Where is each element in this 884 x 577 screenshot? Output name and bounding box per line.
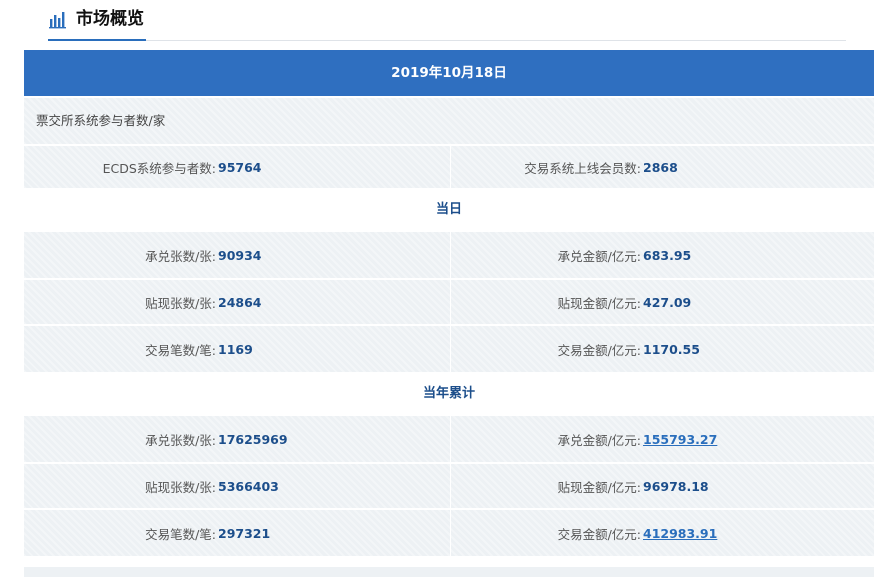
today-acceptance-amount-cell: 承兑金额/亿元: 683.95: [451, 232, 874, 278]
today-acceptance-count-label: 承兑张数/张:: [145, 248, 216, 264]
ytd-trade-count-label: 交易笔数/笔:: [145, 526, 216, 542]
ytd-discount-count-label: 贴现张数/张:: [145, 479, 216, 495]
ecds-participants-value: 95764: [218, 159, 262, 175]
today-discount-count-cell: 贴现张数/张: 24864: [24, 280, 450, 324]
today-discount-amount-label: 贴现金额/亿元:: [557, 295, 641, 311]
today-discount-amount-cell: 贴现金额/亿元: 427.09: [451, 280, 874, 324]
today-trade-amount-cell: 交易金额/亿元: 1170.55: [451, 326, 874, 372]
today-row-2: 贴现张数/张: 24864 贴现金额/亿元: 427.09: [24, 280, 874, 324]
today-trade-count-cell: 交易笔数/笔: 1169: [24, 326, 450, 372]
date-banner: 2019年10月18日: [24, 50, 874, 96]
trading-members-value: 2868: [643, 159, 678, 175]
ytd-discount-count-value: 5366403: [218, 478, 279, 494]
ytd-acceptance-count-cell: 承兑张数/张: 17625969: [24, 416, 450, 462]
participants-header-row: 票交所系统参与者数/家: [24, 98, 874, 144]
ytd-acceptance-amount-link[interactable]: 155793.27: [643, 432, 717, 447]
ytd-acceptance-amount-label: 承兑金额/亿元:: [557, 432, 641, 448]
page-title: 市场概览: [76, 9, 144, 29]
ytd-row-3: 交易笔数/笔: 297321 交易金额/亿元: 412983.91: [24, 510, 874, 556]
today-section-title: 当日: [24, 188, 874, 232]
trading-members-cell: 交易系统上线会员数: 2868: [451, 146, 874, 188]
ytd-trade-count-value: 297321: [218, 525, 271, 541]
ytd-row-2: 贴现张数/张: 5366403 贴现金额/亿元: 96978.18: [24, 464, 874, 508]
today-trade-amount-value: 1170.55: [643, 341, 700, 357]
today-acceptance-count-value: 90934: [218, 247, 262, 263]
ytd-discount-count-cell: 贴现张数/张: 5366403: [24, 464, 450, 508]
ytd-trade-amount-label: 交易金额/亿元:: [557, 526, 641, 542]
market-overview-panel: 2019年10月18日 票交所系统参与者数/家 ECDS系统参与者数: 9576…: [24, 50, 874, 556]
today-row-1: 承兑张数/张: 90934 承兑金额/亿元: 683.95: [24, 232, 874, 278]
ytd-trade-amount-cell: 交易金额/亿元: 412983.91: [451, 510, 874, 556]
today-discount-count-value: 24864: [218, 294, 262, 310]
ytd-section-title: 当年累计: [24, 372, 874, 416]
next-section-edge: [24, 567, 874, 577]
ytd-acceptance-amount-cell: 承兑金额/亿元: 155793.27: [451, 416, 874, 462]
bar-chart-icon: [49, 12, 66, 29]
ytd-discount-amount-value: 96978.18: [643, 478, 709, 494]
today-acceptance-amount-value: 683.95: [643, 247, 692, 263]
ytd-acceptance-count-value: 17625969: [218, 431, 288, 447]
today-acceptance-amount-label: 承兑金额/亿元:: [557, 248, 641, 264]
page-header: 市场概览: [48, 0, 846, 41]
today-discount-amount-value: 427.09: [643, 294, 692, 310]
today-trade-count-value: 1169: [218, 341, 253, 357]
ytd-acceptance-count-label: 承兑张数/张:: [145, 432, 216, 448]
today-trade-amount-label: 交易金额/亿元:: [557, 342, 641, 358]
trading-members-label: 交易系统上线会员数:: [524, 160, 641, 176]
today-acceptance-count-cell: 承兑张数/张: 90934: [24, 232, 450, 278]
ytd-row-1: 承兑张数/张: 17625969 承兑金额/亿元: 155793.27: [24, 416, 874, 462]
ecds-participants-cell: ECDS系统参与者数: 95764: [24, 146, 450, 188]
today-trade-count-label: 交易笔数/笔:: [145, 342, 216, 358]
today-row-3: 交易笔数/笔: 1169 交易金额/亿元: 1170.55: [24, 326, 874, 372]
participants-row: ECDS系统参与者数: 95764 交易系统上线会员数: 2868: [24, 146, 874, 188]
ytd-trade-amount-link[interactable]: 412983.91: [643, 526, 717, 541]
ytd-discount-amount-cell: 贴现金额/亿元: 96978.18: [451, 464, 874, 508]
ytd-trade-count-cell: 交易笔数/笔: 297321: [24, 510, 450, 556]
ytd-discount-amount-label: 贴现金额/亿元:: [557, 479, 641, 495]
header-title-tab: 市场概览: [48, 7, 146, 41]
ecds-participants-label: ECDS系统参与者数:: [102, 160, 216, 176]
participants-caption: 票交所系统参与者数/家: [36, 113, 166, 128]
today-discount-count-label: 贴现张数/张:: [145, 295, 216, 311]
